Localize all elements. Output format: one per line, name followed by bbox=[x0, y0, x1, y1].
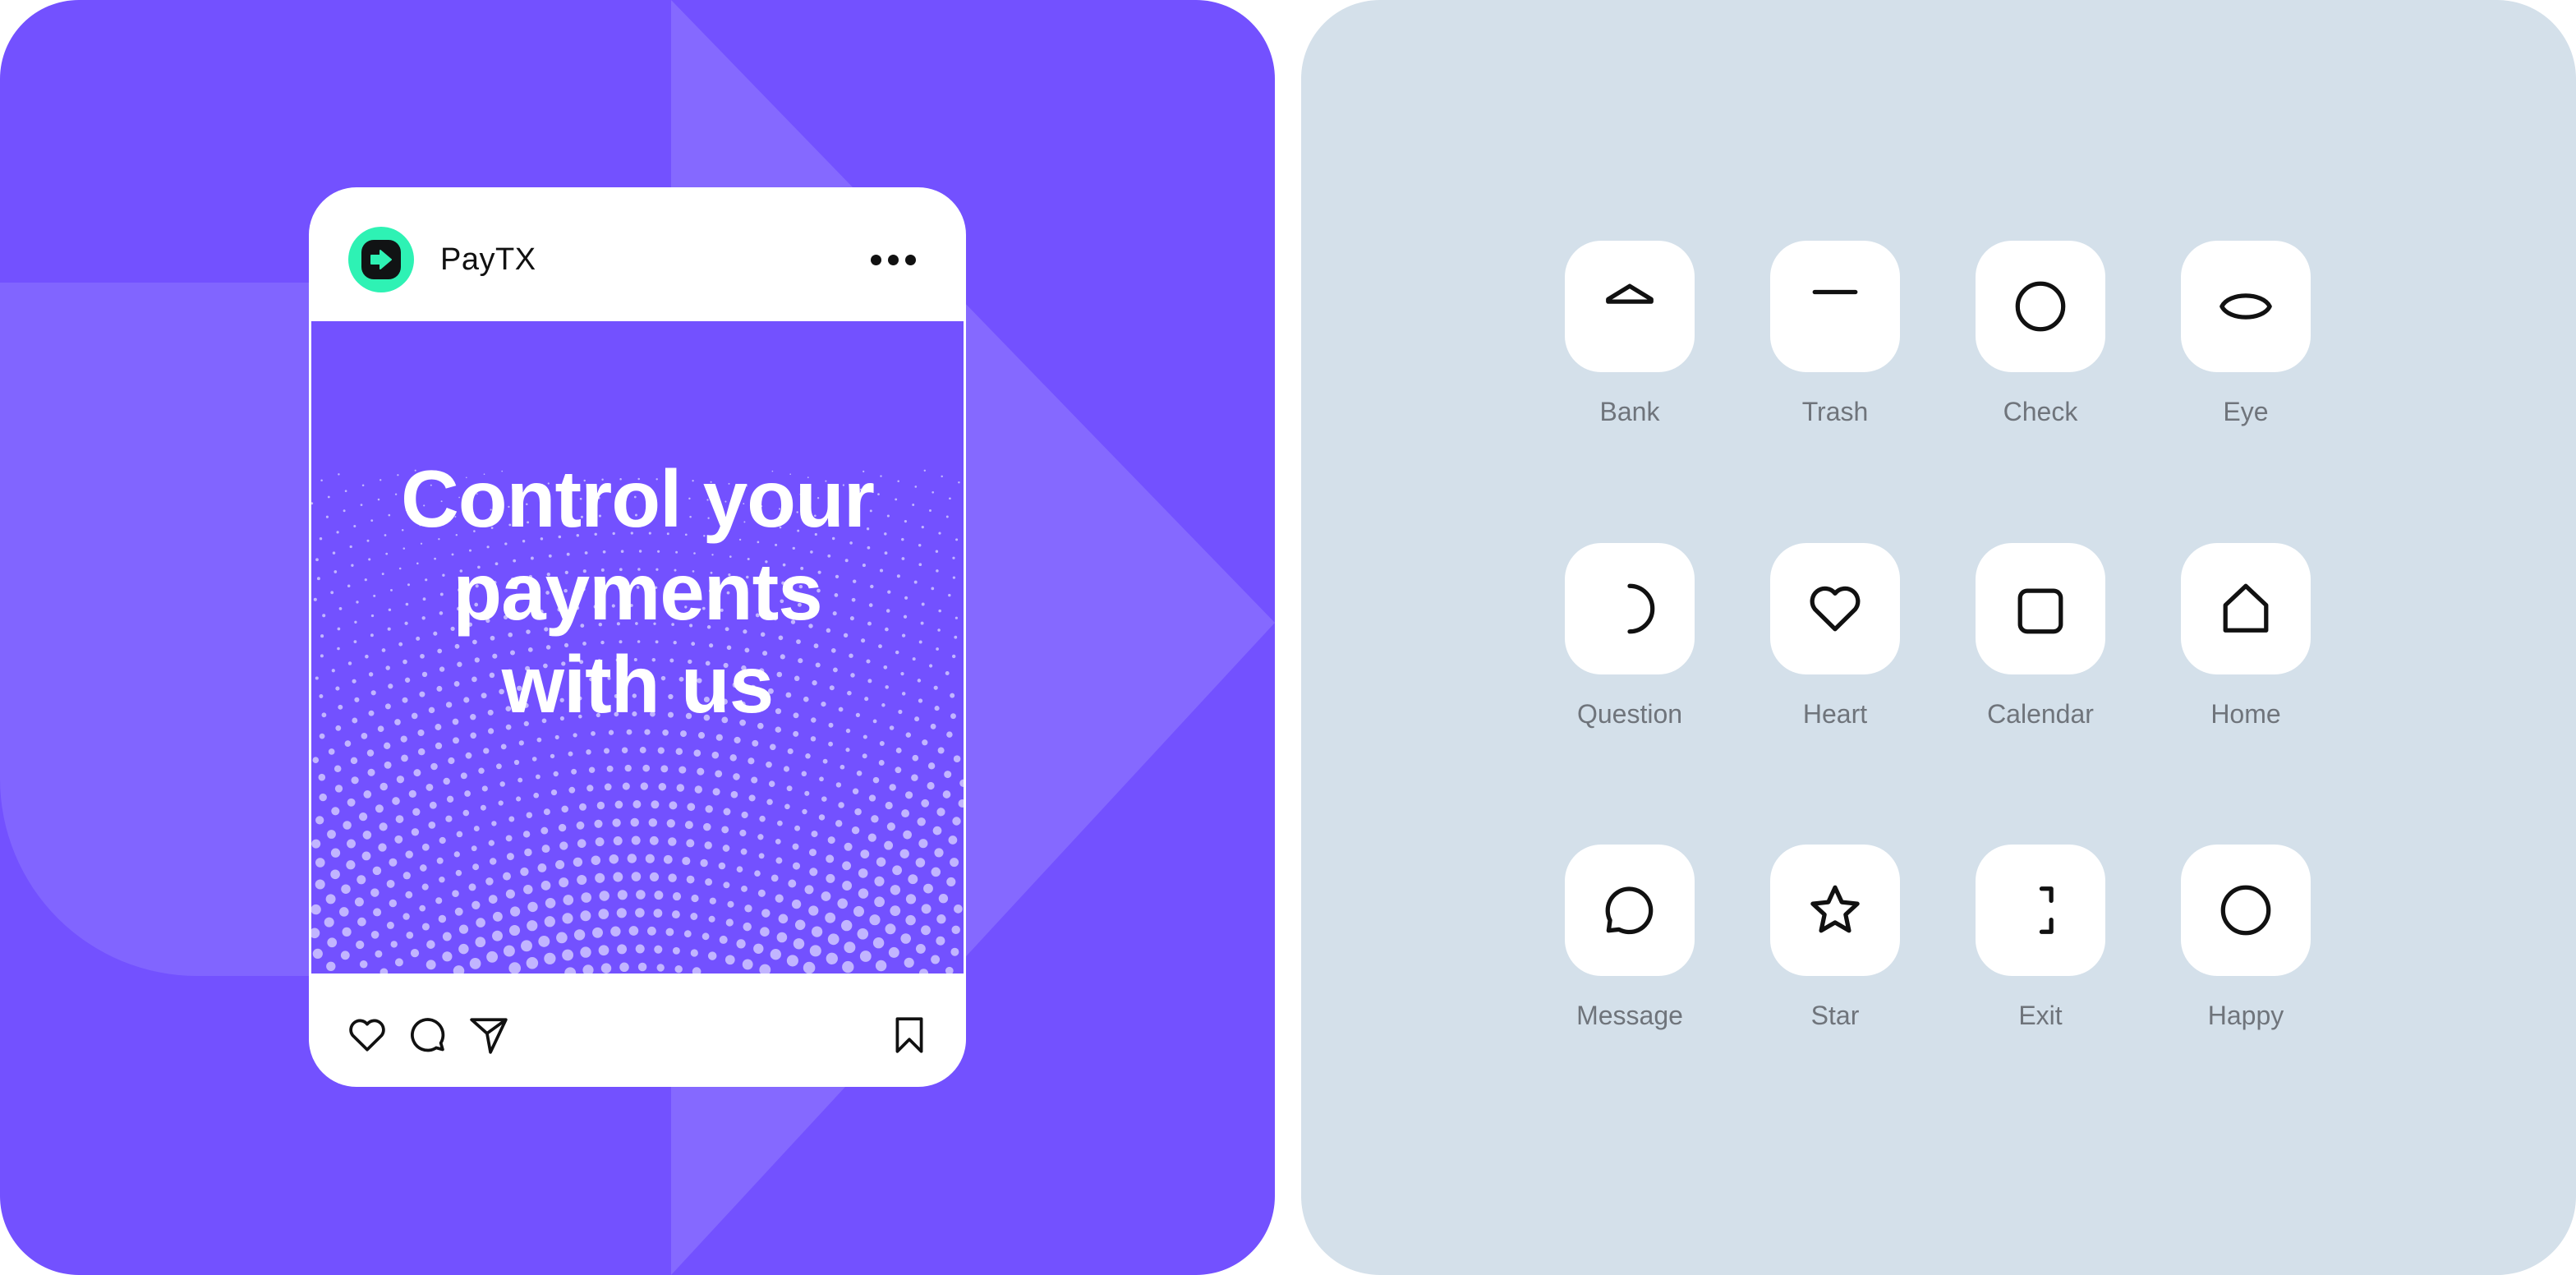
icon-tile-home[interactable] bbox=[2181, 543, 2311, 674]
post-image: Control your payments with us bbox=[311, 321, 964, 974]
send-icon bbox=[470, 1018, 508, 1054]
icon-label: Home bbox=[2210, 699, 2281, 729]
icon-tile-message[interactable] bbox=[1565, 845, 1695, 976]
icon-label: Message bbox=[1576, 1001, 1683, 1030]
brand-name[interactable]: PayTX bbox=[440, 240, 536, 279]
home-icon bbox=[2223, 583, 2269, 633]
post-header: PayTX bbox=[309, 187, 966, 321]
icon-tile-check[interactable] bbox=[1976, 241, 2105, 372]
icon-label: Eye bbox=[2223, 397, 2269, 426]
icon-label: Heart bbox=[1802, 699, 1868, 729]
headline-line: Control your bbox=[401, 453, 875, 544]
icon-tile-exit[interactable] bbox=[1976, 845, 2105, 976]
icon-tile-trash[interactable] bbox=[1770, 241, 1900, 372]
icon-tile-star[interactable] bbox=[1770, 845, 1900, 976]
icon-label: Calendar bbox=[1987, 699, 2094, 729]
icon-label: Question bbox=[1576, 699, 1683, 729]
logo-badge bbox=[361, 240, 401, 279]
icon-tile-question[interactable] bbox=[1565, 543, 1695, 674]
brand-avatar[interactable] bbox=[348, 227, 414, 292]
comment-icon bbox=[411, 1018, 445, 1052]
like-button[interactable] bbox=[347, 1015, 388, 1056]
icon-label: Exit bbox=[2018, 1001, 2063, 1030]
icon-label: Happy bbox=[2207, 1001, 2284, 1030]
icon-label: Bank bbox=[1599, 397, 1660, 426]
question-icon bbox=[1627, 583, 1655, 634]
post-headline: Control your payments with us bbox=[311, 453, 964, 731]
bookmark-icon bbox=[895, 1017, 923, 1053]
trash-icon bbox=[1812, 289, 1858, 295]
more-options-button[interactable] bbox=[871, 248, 917, 271]
happy-icon bbox=[2220, 885, 2271, 936]
icon-tile-eye[interactable] bbox=[2181, 241, 2311, 372]
icon-tile-happy[interactable] bbox=[2181, 845, 2311, 976]
promo-panel: PayTX Control your payments with us bbox=[0, 0, 1275, 1275]
post-actions bbox=[309, 974, 966, 1087]
social-post-card: PayTX Control your payments with us bbox=[309, 187, 966, 1087]
save-button[interactable] bbox=[889, 1015, 930, 1056]
message-icon bbox=[1605, 886, 1654, 935]
arrow-right-icon bbox=[370, 250, 392, 269]
bank-icon bbox=[1606, 283, 1654, 304]
comment-button[interactable] bbox=[407, 1015, 448, 1056]
eye-icon bbox=[2220, 293, 2272, 320]
icon-set-panel: Bank Trash Check Eye Question Heart Calendar Ho… bbox=[1301, 0, 2576, 1275]
icon-tile-bank[interactable] bbox=[1565, 241, 1695, 372]
more-horizontal-icon bbox=[871, 255, 881, 265]
heart-icon bbox=[1810, 586, 1861, 632]
heart-icon bbox=[349, 1019, 385, 1052]
icon-label: Star bbox=[1810, 1001, 1860, 1030]
icon-label: Check bbox=[2003, 397, 2078, 426]
icon-tile-heart[interactable] bbox=[1770, 543, 1900, 674]
share-button[interactable] bbox=[468, 1015, 509, 1056]
icon-label: Trash bbox=[1801, 397, 1869, 426]
check-circle-icon bbox=[2015, 281, 2066, 332]
exit-icon bbox=[2039, 886, 2054, 934]
icon-tile-calendar[interactable] bbox=[1976, 543, 2105, 674]
headline-line: payments bbox=[453, 546, 823, 637]
star-icon bbox=[1810, 885, 1860, 933]
calendar-icon bbox=[2017, 588, 2063, 634]
headline-line: with us bbox=[501, 639, 775, 730]
